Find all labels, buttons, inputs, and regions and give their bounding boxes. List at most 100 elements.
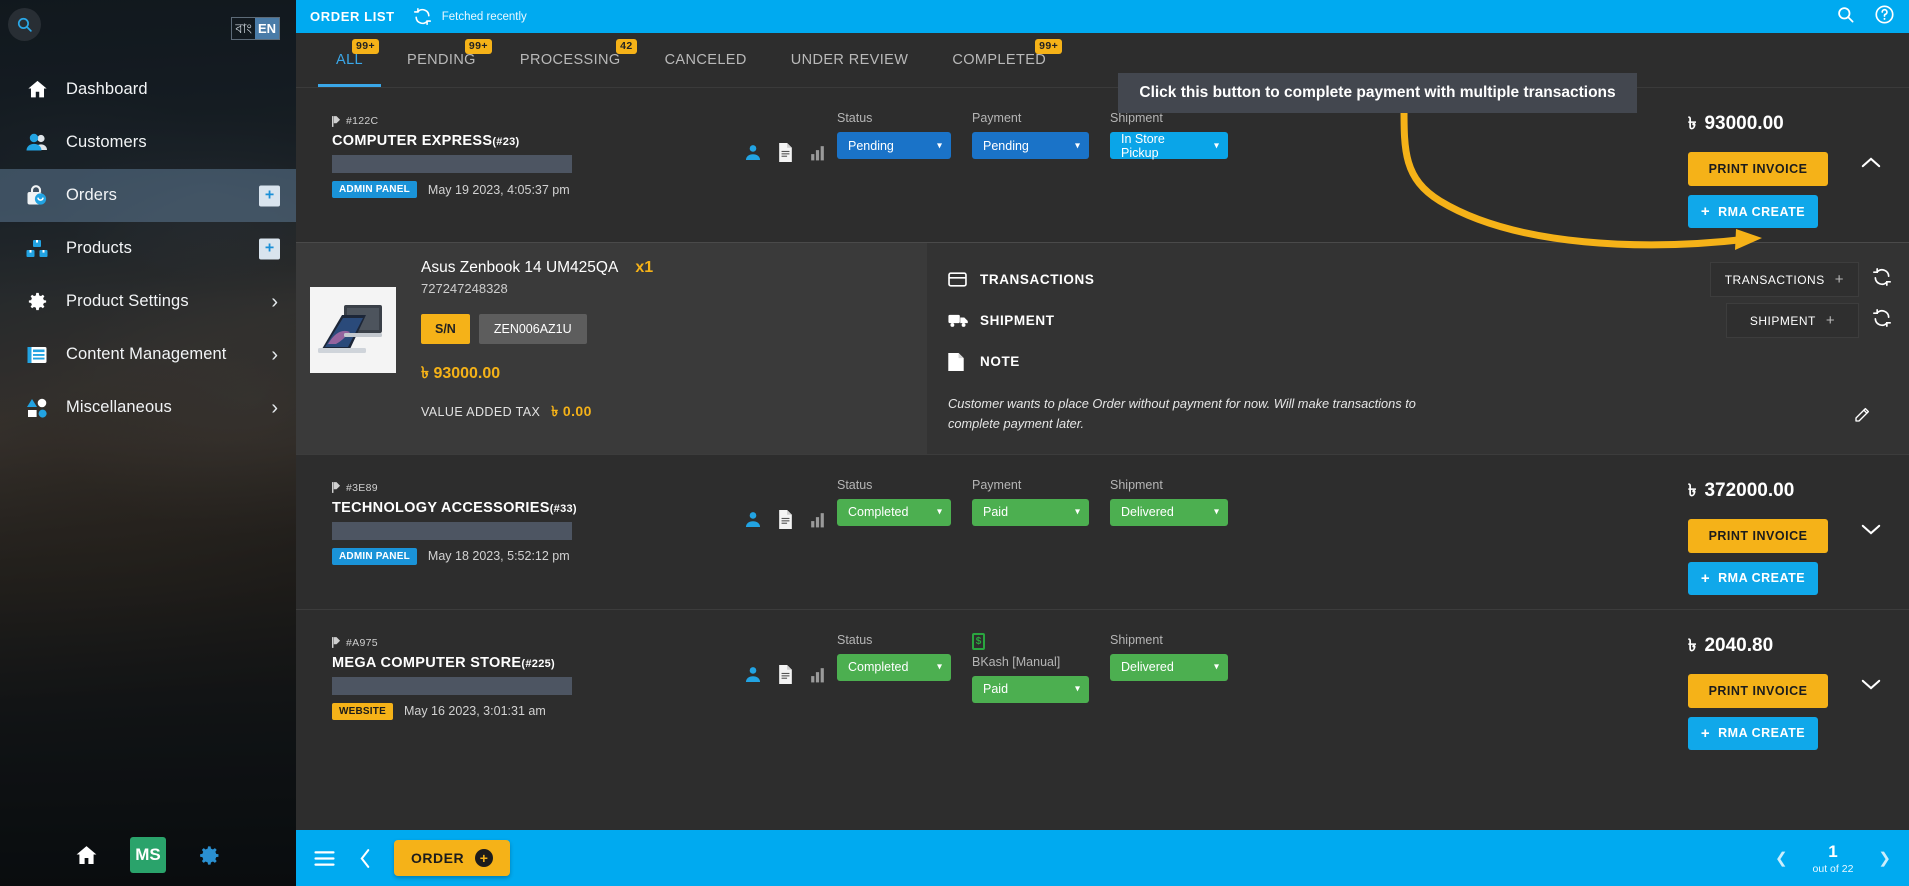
language-switcher[interactable]: বাং EN (231, 17, 280, 40)
chevron-left-icon (360, 848, 370, 868)
order-date: May 16 2023, 3:01:31 am (403, 704, 546, 719)
chevron-up-icon (1861, 157, 1881, 168)
sidebar-search-button[interactable] (8, 8, 41, 41)
sidebar-item-products[interactable]: Products + (0, 222, 296, 275)
back-button[interactable] (359, 848, 372, 869)
tag-icon (332, 115, 341, 127)
tab-canceled[interactable]: CANCELED (643, 33, 769, 87)
invoice-document-icon[interactable] (777, 509, 794, 534)
shipment-select[interactable]: Delivered ▾ (1110, 653, 1228, 681)
search-icon[interactable] (1836, 5, 1855, 29)
chevron-right-icon[interactable]: › (271, 345, 278, 365)
transactions-section: TRANSACTIONS TRANSACTIONS + (927, 259, 1892, 300)
search-icon (17, 17, 32, 32)
lang-option-en[interactable]: EN (254, 18, 279, 39)
settings-gear-icon[interactable] (197, 843, 222, 868)
create-order-button[interactable]: ORDER + (394, 840, 511, 876)
order-total: ৳ 372000.00 (1688, 478, 1794, 506)
invoice-document-icon[interactable] (777, 143, 794, 167)
rma-create-button[interactable]: + RMA CREATE (1688, 195, 1818, 228)
sidebar-item-customers[interactable]: Customers (0, 116, 296, 169)
sidebar-add-product-button[interactable]: + (259, 238, 280, 259)
tab-all[interactable]: ALL 99+ (314, 33, 385, 87)
order-code: #A975 (332, 637, 732, 649)
add-transaction-button[interactable]: TRANSACTIONS + (1709, 262, 1859, 297)
sidebar-item-label: Dashboard (66, 80, 148, 98)
sidebar-add-order-button[interactable]: + (259, 185, 280, 206)
transactions-label: TRANSACTIONS (980, 272, 1095, 287)
currency-symbol: ৳ (1688, 635, 1697, 655)
payment-group: $ BKash [Manual] Paid ▾ (972, 632, 1089, 703)
source-badge: WEBSITE (332, 702, 393, 720)
refresh-shipment-icon[interactable] (1872, 308, 1892, 333)
report-chart-icon[interactable] (809, 510, 826, 534)
expand-order-button[interactable] (1850, 476, 1892, 536)
chevron-down-icon: ▾ (936, 661, 942, 673)
refresh-transactions-icon[interactable] (1872, 267, 1892, 292)
tab-label: COMPLETED (952, 52, 1047, 68)
customer-icon[interactable] (744, 665, 762, 689)
next-page-button[interactable]: ❯ (1878, 849, 1891, 867)
order-details-panel: Asus Zenbook 14 UM425QA x1 727247248328 … (296, 242, 1909, 454)
serial-number-row: S/N ZEN006AZ1U (421, 314, 653, 344)
product-price: ৳ 93000.00 (421, 365, 501, 382)
tab-under-review[interactable]: UNDER REVIEW (769, 33, 931, 87)
chevron-down-icon: ▾ (1213, 506, 1219, 518)
sync-icon[interactable] (413, 7, 432, 26)
status-group: Status Pending ▾ (837, 111, 951, 159)
status-select[interactable]: Pending ▾ (837, 132, 951, 159)
boxes-icon (22, 237, 52, 261)
payment-select[interactable]: Paid ▾ (972, 498, 1089, 526)
tab-completed[interactable]: COMPLETED 99+ (930, 33, 1068, 87)
report-chart-icon[interactable] (809, 665, 826, 689)
help-circle-icon[interactable] (1874, 4, 1895, 30)
tab-processing[interactable]: PROCESSING 42 (498, 33, 643, 87)
print-invoice-button[interactable]: PRINT INVOICE (1688, 152, 1828, 186)
edit-note-icon[interactable] (1853, 394, 1871, 429)
collapse-order-button[interactable] (1850, 109, 1892, 169)
chevron-right-icon[interactable]: › (271, 292, 278, 312)
print-invoice-button[interactable]: PRINT INVOICE (1688, 518, 1828, 553)
sidebar-item-orders[interactable]: Orders + (0, 169, 296, 222)
report-chart-icon[interactable] (809, 143, 826, 167)
payment-select[interactable]: Paid ▾ (972, 675, 1089, 703)
redacted-field (332, 155, 572, 173)
current-page: 1 (1828, 841, 1838, 861)
note-document-icon (948, 352, 970, 371)
plus-icon: + (475, 849, 494, 867)
customer-icon[interactable] (744, 143, 762, 167)
bottom-bar: ORDER + ❮ 1 out of 22 ❯ (296, 830, 1909, 886)
payment-select[interactable]: Pending ▾ (972, 132, 1089, 159)
status-group: Status Completed ▾ (837, 633, 951, 703)
sidebar-item-miscellaneous[interactable]: Miscellaneous › (0, 381, 296, 434)
rma-create-button[interactable]: + RMA CREATE (1688, 561, 1818, 595)
plus-icon: + (1700, 724, 1711, 742)
status-select[interactable]: Completed ▾ (837, 498, 951, 526)
home-icon[interactable] (74, 843, 99, 868)
lang-option-bn[interactable]: বাং (232, 18, 255, 39)
tag-icon (332, 637, 341, 649)
brand-badge[interactable]: MS (130, 837, 166, 873)
source-badge: ADMIN PANEL (332, 181, 417, 198)
expand-order-button[interactable] (1850, 631, 1892, 691)
order-card: #122C COMPUTER EXPRESS(#23) ADMIN PANEL … (296, 88, 1909, 455)
shipment-select[interactable]: Delivered ▾ (1110, 498, 1228, 526)
customer-icon[interactable] (744, 510, 762, 534)
order-total: ৳ 2040.80 (1688, 633, 1773, 661)
print-invoice-button[interactable]: PRINT INVOICE (1688, 673, 1828, 708)
sidebar-item-content-management[interactable]: Content Management › (0, 328, 296, 381)
hamburger-icon[interactable] (314, 850, 335, 867)
sidebar-item-dashboard[interactable]: Dashboard (0, 63, 296, 116)
add-shipment-button[interactable]: SHIPMENT + (1726, 303, 1859, 338)
invoice-document-icon[interactable] (777, 664, 794, 689)
sn-value[interactable]: ZEN006AZ1U (478, 314, 587, 344)
sidebar-item-product-settings[interactable]: Product Settings › (0, 275, 296, 328)
shipment-select[interactable]: In Store Pickup ▾ (1110, 132, 1228, 160)
prev-page-button[interactable]: ❮ (1775, 849, 1788, 867)
chevron-right-icon[interactable]: › (271, 398, 278, 418)
tab-pending[interactable]: PENDING 99+ (385, 33, 498, 87)
vat-row: VALUE ADDED TAX ৳ 0.00 (421, 400, 653, 424)
status-select[interactable]: Completed ▾ (837, 653, 951, 681)
chevron-down-icon: ▾ (936, 506, 942, 518)
rma-create-button[interactable]: + RMA CREATE (1688, 716, 1818, 750)
